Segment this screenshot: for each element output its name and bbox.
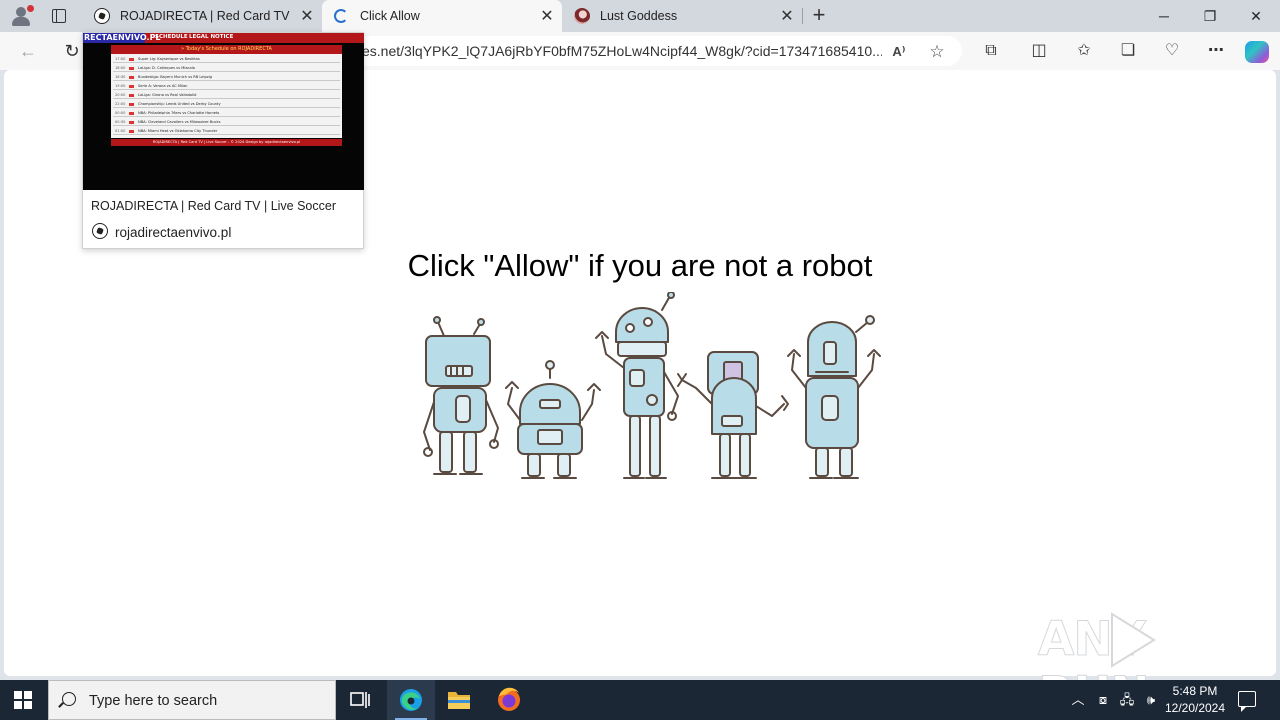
tab-strip: ROJADIRECTA | Red Card TV | Live Soccer … bbox=[0, 0, 1280, 32]
windows-start-icon[interactable] bbox=[14, 691, 32, 709]
network-icon[interactable]: 🖧 bbox=[1118, 690, 1136, 710]
thumb-footer: ROJADIRECTA | Red Card TV | Live Soccer … bbox=[111, 139, 342, 146]
favorite-star-icon[interactable]: ☆ bbox=[927, 42, 947, 62]
back-arrow-icon[interactable]: ← bbox=[16, 40, 40, 62]
read-aloud-icon[interactable]: A⁾ bbox=[889, 42, 909, 62]
window-close-icon[interactable]: ✕ bbox=[1233, 4, 1279, 28]
task-view-icon[interactable] bbox=[336, 680, 384, 720]
thumb-nav-legal: LEGAL NOTICE bbox=[189, 34, 234, 40]
profile-avatar-icon[interactable] bbox=[8, 4, 34, 28]
minimize-icon[interactable]: ─ bbox=[1141, 4, 1187, 28]
tab-close-icon[interactable]: ✕ bbox=[298, 6, 316, 26]
play-triangle-icon bbox=[1111, 612, 1156, 668]
tab-rojadirecta[interactable]: ROJADIRECTA | Red Card TV | Live Soccer … bbox=[82, 0, 322, 32]
notifications-icon[interactable] bbox=[1238, 691, 1256, 712]
new-tab-plus-icon[interactable]: + bbox=[808, 4, 830, 28]
tab-title: Lust Goddess bbox=[600, 9, 678, 23]
tab-actions-icon[interactable] bbox=[50, 7, 68, 25]
device-icon[interactable]: ⧇ bbox=[1094, 690, 1112, 710]
robot-3 bbox=[595, 292, 679, 479]
robot-5 bbox=[787, 315, 881, 479]
firefox-icon[interactable] bbox=[485, 680, 533, 720]
refresh-icon[interactable]: ↻ bbox=[60, 40, 84, 62]
file-explorer-icon[interactable] bbox=[435, 680, 483, 720]
hover-card-title: ROJADIRECTA | Red Card TV | Live Soccer bbox=[91, 199, 336, 213]
tab-hover-card[interactable]: RECTAENVIVO.PL SCHEDULE LEGAL NOTICE » T… bbox=[82, 32, 364, 249]
list-item: 17:00 Super Lig: Kayserispor vs Besiktas bbox=[113, 55, 340, 63]
list-item: 00:30 NBA: Cleveland Cavaliers vs Milwauk… bbox=[113, 118, 340, 126]
tab-title: Click Allow bbox=[360, 9, 420, 23]
search-placeholder: Type here to search bbox=[89, 693, 218, 709]
collections-icon[interactable]: ❏ bbox=[1116, 40, 1140, 62]
robot-2 bbox=[505, 360, 601, 479]
tab-click-allow[interactable]: Click Allow ✕ bbox=[322, 0, 562, 32]
more-options-icon[interactable]: ⋯ bbox=[1204, 40, 1228, 62]
tab-close-icon[interactable]: ✕ bbox=[538, 6, 556, 26]
list-item: 18:00 LaLiga: D. Cañeques vs Mlacalo bbox=[113, 64, 340, 72]
lust-goddess-icon bbox=[574, 8, 590, 24]
robot-4 bbox=[677, 351, 789, 479]
clock-time: 5:48 PM bbox=[1172, 684, 1218, 698]
list-item: 20:00 LaLiga: Girona vs Real Valladolid bbox=[113, 91, 340, 99]
windows-taskbar: Type here to search ︿ ⧇ 🖧 🕪 5:48 PM 12/2… bbox=[0, 680, 1280, 720]
copilot-icon[interactable] bbox=[1245, 41, 1269, 63]
taskbar-clock[interactable]: 5:48 PM 12/20/2024 bbox=[1160, 683, 1230, 717]
favorites-icon[interactable]: ✩ bbox=[1072, 40, 1096, 62]
list-item: 18:30 Bundesliga: Bayern Munich vs RB Lei… bbox=[113, 73, 340, 81]
tab-preview-thumbnail: RECTAENVIVO.PL SCHEDULE LEGAL NOTICE » T… bbox=[83, 33, 364, 190]
browser-essentials-icon[interactable]: ♡ bbox=[1160, 40, 1184, 62]
tab-close-icon[interactable]: ✕ bbox=[778, 6, 796, 26]
edge-browser-icon[interactable] bbox=[387, 680, 435, 720]
taskbar-search-box[interactable]: Type here to search bbox=[48, 680, 336, 720]
hover-card-domain: rojadirectaenvivo.pl bbox=[115, 225, 232, 240]
thumb-heading: » Today's Schedule on ROJADIRECTA bbox=[111, 45, 342, 54]
tab-divider bbox=[802, 8, 803, 24]
list-item: 22:00 Championship: Leeds United vs Derby… bbox=[113, 100, 340, 108]
show-hidden-icons-chevron-icon[interactable]: ︿ bbox=[1070, 690, 1086, 710]
extensions-puzzle-icon[interactable]: ⧉ bbox=[979, 40, 1003, 62]
loading-icon bbox=[334, 8, 350, 24]
clock-date: 12/20/2024 bbox=[1164, 701, 1226, 715]
list-item: 00:00 NBA: Philadelphia 76ers vs Charlott… bbox=[113, 109, 340, 117]
soccer-ball-icon bbox=[92, 223, 108, 239]
split-screen-icon[interactable]: ◫ bbox=[1027, 40, 1051, 62]
soccer-ball-icon bbox=[94, 8, 110, 24]
thumb-schedule-panel: » Today's Schedule on ROJADIRECTA 17:00 S… bbox=[111, 45, 342, 138]
robots-illustration bbox=[423, 292, 881, 479]
robot-1 bbox=[423, 316, 499, 475]
list-item: 19:00 Serie A: Verona vs AC Milan bbox=[113, 82, 340, 90]
anyrun-watermark: ANY RUN bbox=[1034, 606, 1244, 720]
list-item: 01:00 NBA: Miami Heat vs Oklahoma City Th… bbox=[113, 127, 340, 135]
url-text[interactable]: es.net/3lqYPK2_lQ7JA6jRbYF0bfM75ZHoLw4Nc… bbox=[362, 43, 882, 59]
volume-icon[interactable]: 🕪 bbox=[1142, 690, 1160, 710]
tab-title: ROJADIRECTA | Red Card TV | Live Soccer bbox=[120, 9, 292, 23]
search-icon bbox=[62, 692, 76, 706]
thumb-brand: RECTAENVIVO.PL bbox=[83, 33, 161, 43]
page-headline: Click "Allow" if you are not a robot bbox=[407, 248, 873, 283]
tab-lust-goddess[interactable]: Lust Goddess ✕ bbox=[562, 0, 802, 32]
thumb-nav-schedule: SCHEDULE bbox=[155, 34, 188, 40]
restore-icon[interactable]: ❐ bbox=[1187, 4, 1233, 28]
